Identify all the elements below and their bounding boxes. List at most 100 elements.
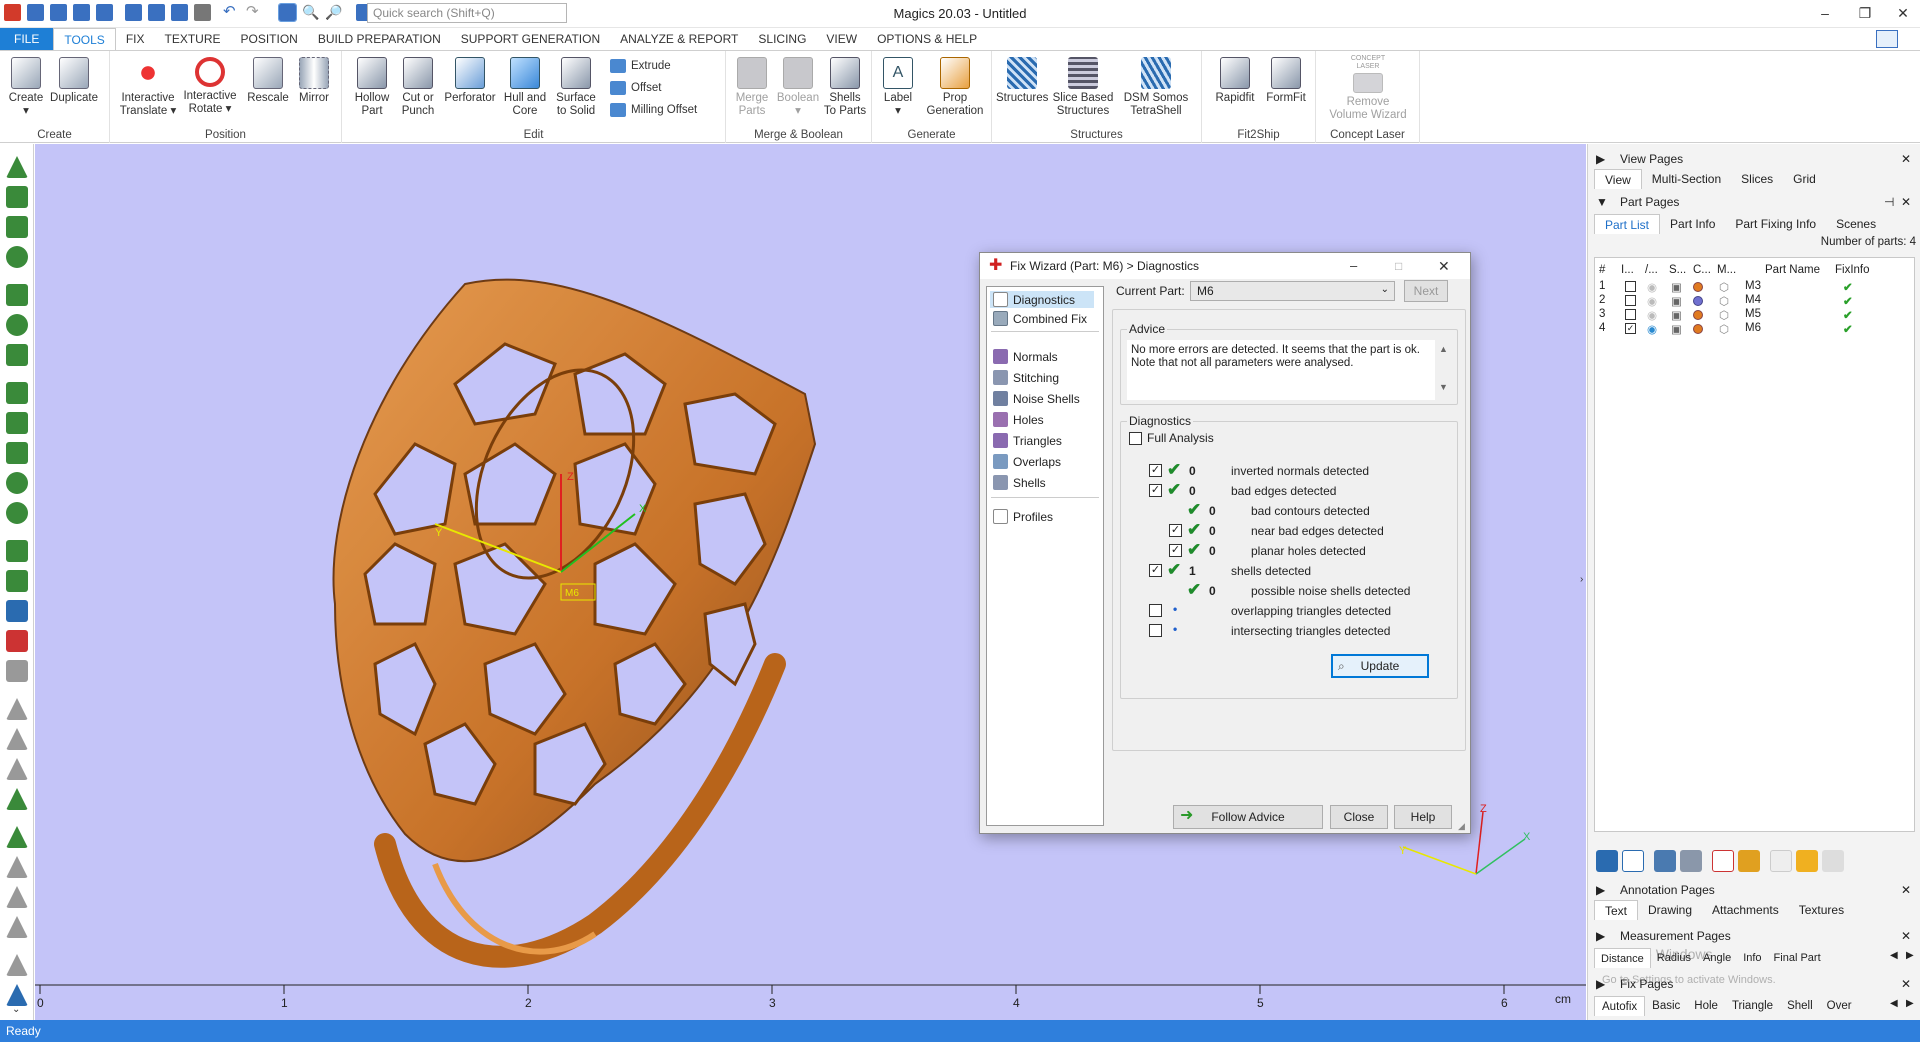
help-button[interactable]: Help bbox=[1394, 805, 1452, 829]
part-color-swatch[interactable] bbox=[1693, 324, 1703, 334]
view-pages-header[interactable]: ▶ View Pages ✕ bbox=[1588, 149, 1920, 169]
nav-combined-fix[interactable]: Combined Fix bbox=[993, 311, 1087, 326]
formfit-button[interactable]: FormFit bbox=[1262, 57, 1310, 105]
eye-icon[interactable]: ◉ bbox=[1647, 322, 1657, 336]
tab-slices[interactable]: Slices bbox=[1731, 169, 1783, 189]
close-window-button[interactable]: ✕ bbox=[1888, 2, 1918, 24]
dialog-maximize-button[interactable]: □ bbox=[1395, 253, 1402, 279]
material-icon[interactable]: ⬡ bbox=[1719, 280, 1729, 294]
tab-analyze-report[interactable]: ANALYZE & REPORT bbox=[610, 28, 748, 50]
interactive-translate-button[interactable]: Interactive Translate ▾ bbox=[118, 57, 178, 118]
tab-file[interactable]: FILE bbox=[0, 28, 54, 50]
restore-button[interactable]: ❐ bbox=[1850, 2, 1880, 24]
remove-volume-wizard-button[interactable]: Remove Volume Wizard bbox=[1326, 73, 1410, 122]
row-planar-holes-checkbox[interactable]: ✓ bbox=[1169, 544, 1182, 557]
update-button[interactable]: ⌕ Update bbox=[1331, 654, 1429, 678]
shading-icon[interactable]: ▣ bbox=[1671, 294, 1682, 308]
col-fixinfo[interactable]: FixInfo bbox=[1835, 264, 1870, 276]
measure-line-icon[interactable] bbox=[6, 728, 28, 750]
reduce-icon[interactable] bbox=[6, 954, 28, 976]
resize-grip-icon[interactable]: ◢ bbox=[1458, 821, 1465, 832]
follow-advice-button[interactable]: ➜ Follow Advice bbox=[1173, 805, 1323, 829]
col-material[interactable]: M... bbox=[1717, 264, 1736, 276]
row-near-bad-edges-checkbox[interactable]: ✓ bbox=[1169, 524, 1182, 537]
tab-autofix[interactable]: Autofix bbox=[1594, 996, 1646, 1016]
part-include-checkbox[interactable] bbox=[1625, 281, 1636, 292]
extrude-button[interactable]: Extrude bbox=[610, 59, 671, 73]
nav-profiles[interactable]: Profiles bbox=[993, 509, 1053, 524]
row-overlapping-checkbox[interactable] bbox=[1149, 604, 1162, 617]
row-shells-checkbox[interactable]: ✓ bbox=[1149, 564, 1162, 577]
unmark-icon[interactable] bbox=[6, 412, 28, 434]
tab-scenes[interactable]: Scenes bbox=[1826, 214, 1886, 234]
load-part-icon[interactable] bbox=[1596, 850, 1618, 872]
panel-close-icon[interactable]: ✕ bbox=[1901, 974, 1911, 994]
fix-tab-scroll-right-icon[interactable]: ▶ bbox=[1906, 998, 1914, 1009]
col-part-name[interactable]: Part Name bbox=[1765, 264, 1820, 276]
select-lasso-icon[interactable] bbox=[6, 314, 28, 336]
nav-diagnostics[interactable]: Diagnostics bbox=[990, 291, 1094, 308]
delete-marked-icon[interactable] bbox=[6, 826, 28, 848]
merge-parts-button[interactable]: Merge Parts bbox=[732, 57, 772, 118]
tab-attachments[interactable]: Attachments bbox=[1702, 900, 1789, 920]
row-bad-edges-checkbox[interactable]: ✓ bbox=[1149, 484, 1162, 497]
measure-point-icon[interactable] bbox=[6, 698, 28, 720]
select-triangle-icon[interactable] bbox=[6, 156, 28, 178]
minimize-button[interactable]: – bbox=[1810, 2, 1840, 24]
tab-textures[interactable]: Textures bbox=[1789, 900, 1854, 920]
nav-triangles[interactable]: Triangles bbox=[993, 433, 1062, 448]
refine-icon[interactable] bbox=[6, 984, 28, 1006]
select-shell-icon[interactable] bbox=[6, 246, 28, 268]
prop-generation-button[interactable]: Prop Generation bbox=[922, 57, 988, 118]
mark-all-icon[interactable] bbox=[6, 382, 28, 404]
more-tools-chevron-icon[interactable]: ⌄ bbox=[12, 1004, 20, 1015]
eye-icon[interactable]: ◉ bbox=[1647, 294, 1657, 308]
view-back-icon[interactable] bbox=[6, 570, 28, 592]
ungroup-parts-icon[interactable] bbox=[1680, 850, 1702, 872]
col-visible[interactable]: /... bbox=[1645, 264, 1658, 276]
duplicate-button[interactable]: Duplicate bbox=[48, 57, 100, 105]
tab-options-help[interactable]: OPTIONS & HELP bbox=[867, 28, 987, 50]
fix-tab-scroll-left-icon[interactable]: ◀ bbox=[1890, 998, 1898, 1009]
structures-button[interactable]: Structures bbox=[996, 57, 1048, 105]
nav-holes[interactable]: Holes bbox=[993, 412, 1044, 427]
material-icon[interactable]: ⬡ bbox=[1719, 308, 1729, 322]
dialog-title-bar[interactable]: ✚ Fix Wizard (Part: M6) > Diagnostics – … bbox=[980, 253, 1470, 279]
tab-support-generation[interactable]: SUPPORT GENERATION bbox=[451, 28, 610, 50]
boolean-button[interactable]: Boolean ▾ bbox=[776, 57, 820, 118]
part-include-checkbox[interactable] bbox=[1625, 309, 1636, 320]
col-number[interactable]: # bbox=[1599, 264, 1605, 276]
tab-shell[interactable]: Shell bbox=[1780, 996, 1820, 1016]
current-part-select[interactable]: M6 ⌄ bbox=[1190, 281, 1395, 301]
group-parts-icon[interactable] bbox=[1654, 850, 1676, 872]
shading-icon[interactable]: ▣ bbox=[1671, 308, 1682, 322]
tab-basic[interactable]: Basic bbox=[1645, 996, 1687, 1016]
tab-grid[interactable]: Grid bbox=[1783, 169, 1826, 189]
rescale-button[interactable]: Rescale bbox=[246, 57, 290, 105]
surface-to-solid-button[interactable]: Surface to Solid bbox=[552, 57, 600, 118]
mirror-button[interactable]: Mirror bbox=[294, 57, 334, 105]
tab-tools[interactable]: TOOLS bbox=[53, 28, 116, 50]
panel-close-icon[interactable]: ✕ bbox=[1901, 192, 1911, 212]
shells-to-parts-button[interactable]: Shells To Parts bbox=[822, 57, 868, 118]
tab-triangle[interactable]: Triangle bbox=[1725, 996, 1780, 1016]
hollow-part-button[interactable]: Hollow Part bbox=[352, 57, 392, 118]
tab-position[interactable]: POSITION bbox=[231, 28, 308, 50]
interactive-rotate-button[interactable]: Interactive Rotate ▾ bbox=[182, 57, 238, 116]
label-button[interactable]: A Label ▾ bbox=[878, 57, 918, 118]
measure-radius-icon[interactable] bbox=[6, 788, 28, 810]
close-button[interactable]: Close bbox=[1330, 805, 1388, 829]
material-icon[interactable]: ⬡ bbox=[1719, 294, 1729, 308]
nav-noise-shells[interactable]: Noise Shells bbox=[993, 391, 1080, 406]
tab-drawing[interactable]: Drawing bbox=[1638, 900, 1702, 920]
triangulate-icon[interactable] bbox=[6, 886, 28, 908]
col-color[interactable]: C... bbox=[1693, 264, 1711, 276]
select-polyline-icon[interactable] bbox=[6, 344, 28, 366]
nav-shells[interactable]: Shells bbox=[993, 475, 1046, 490]
part-include-checkbox[interactable] bbox=[1625, 295, 1636, 306]
unload-part-icon[interactable] bbox=[1712, 850, 1734, 872]
panel-close-icon[interactable]: ✕ bbox=[1901, 880, 1911, 900]
tab-over[interactable]: Over bbox=[1820, 996, 1859, 1016]
fix-pages-header[interactable]: ▶ Fix Pages ✕ bbox=[1588, 974, 1920, 994]
perforator-button[interactable]: Perforator bbox=[442, 57, 498, 105]
